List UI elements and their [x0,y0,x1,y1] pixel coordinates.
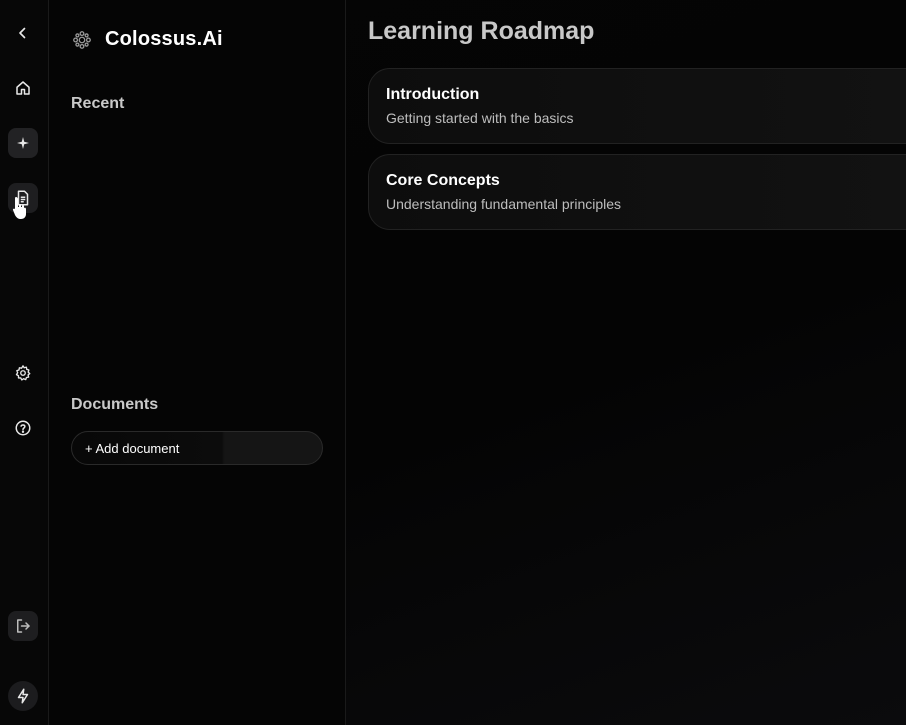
assistant-button[interactable] [8,128,38,158]
logout-button[interactable] [8,611,38,641]
main-content: Learning Roadmap Introduction Getting st… [346,0,906,725]
help-button[interactable] [8,413,38,443]
documents-heading: Documents [71,396,159,413]
card-subtitle: Getting started with the basics [386,110,574,126]
chevron-left-icon [19,27,26,39]
gear-icon [15,365,31,381]
logout-icon [17,619,30,633]
roadmap-card-introduction[interactable]: Introduction Getting started with the ba… [368,68,906,144]
brand[interactable]: Colossus.Ai [71,28,223,51]
roadmap-card-core-concepts[interactable]: Core Concepts Understanding fundamental … [368,154,906,230]
home-button[interactable] [8,73,38,103]
upgrade-button[interactable] [8,681,38,711]
card-title: Core Concepts [386,172,500,189]
pointer-cursor-icon [12,197,26,219]
add-document-button[interactable]: + Add document [71,431,323,465]
card-title: Introduction [386,86,480,103]
bolt-icon [17,688,29,704]
sparkle-icon [17,137,29,149]
page-title: Learning Roadmap [368,17,595,45]
collapse-button[interactable] [8,18,38,48]
settings-button[interactable] [8,358,38,388]
brand-name: Colossus.Ai [105,28,223,50]
icon-rail [0,0,49,725]
sidebar: Colossus.Ai Recent Documents + Add docum… [49,0,346,725]
logo-icon [73,30,91,49]
home-icon [16,81,30,95]
recent-heading: Recent [71,95,125,112]
help-icon [15,420,31,436]
card-subtitle: Understanding fundamental principles [386,196,622,212]
app-window: Colossus.Ai Recent Documents + Add docum… [0,0,906,725]
